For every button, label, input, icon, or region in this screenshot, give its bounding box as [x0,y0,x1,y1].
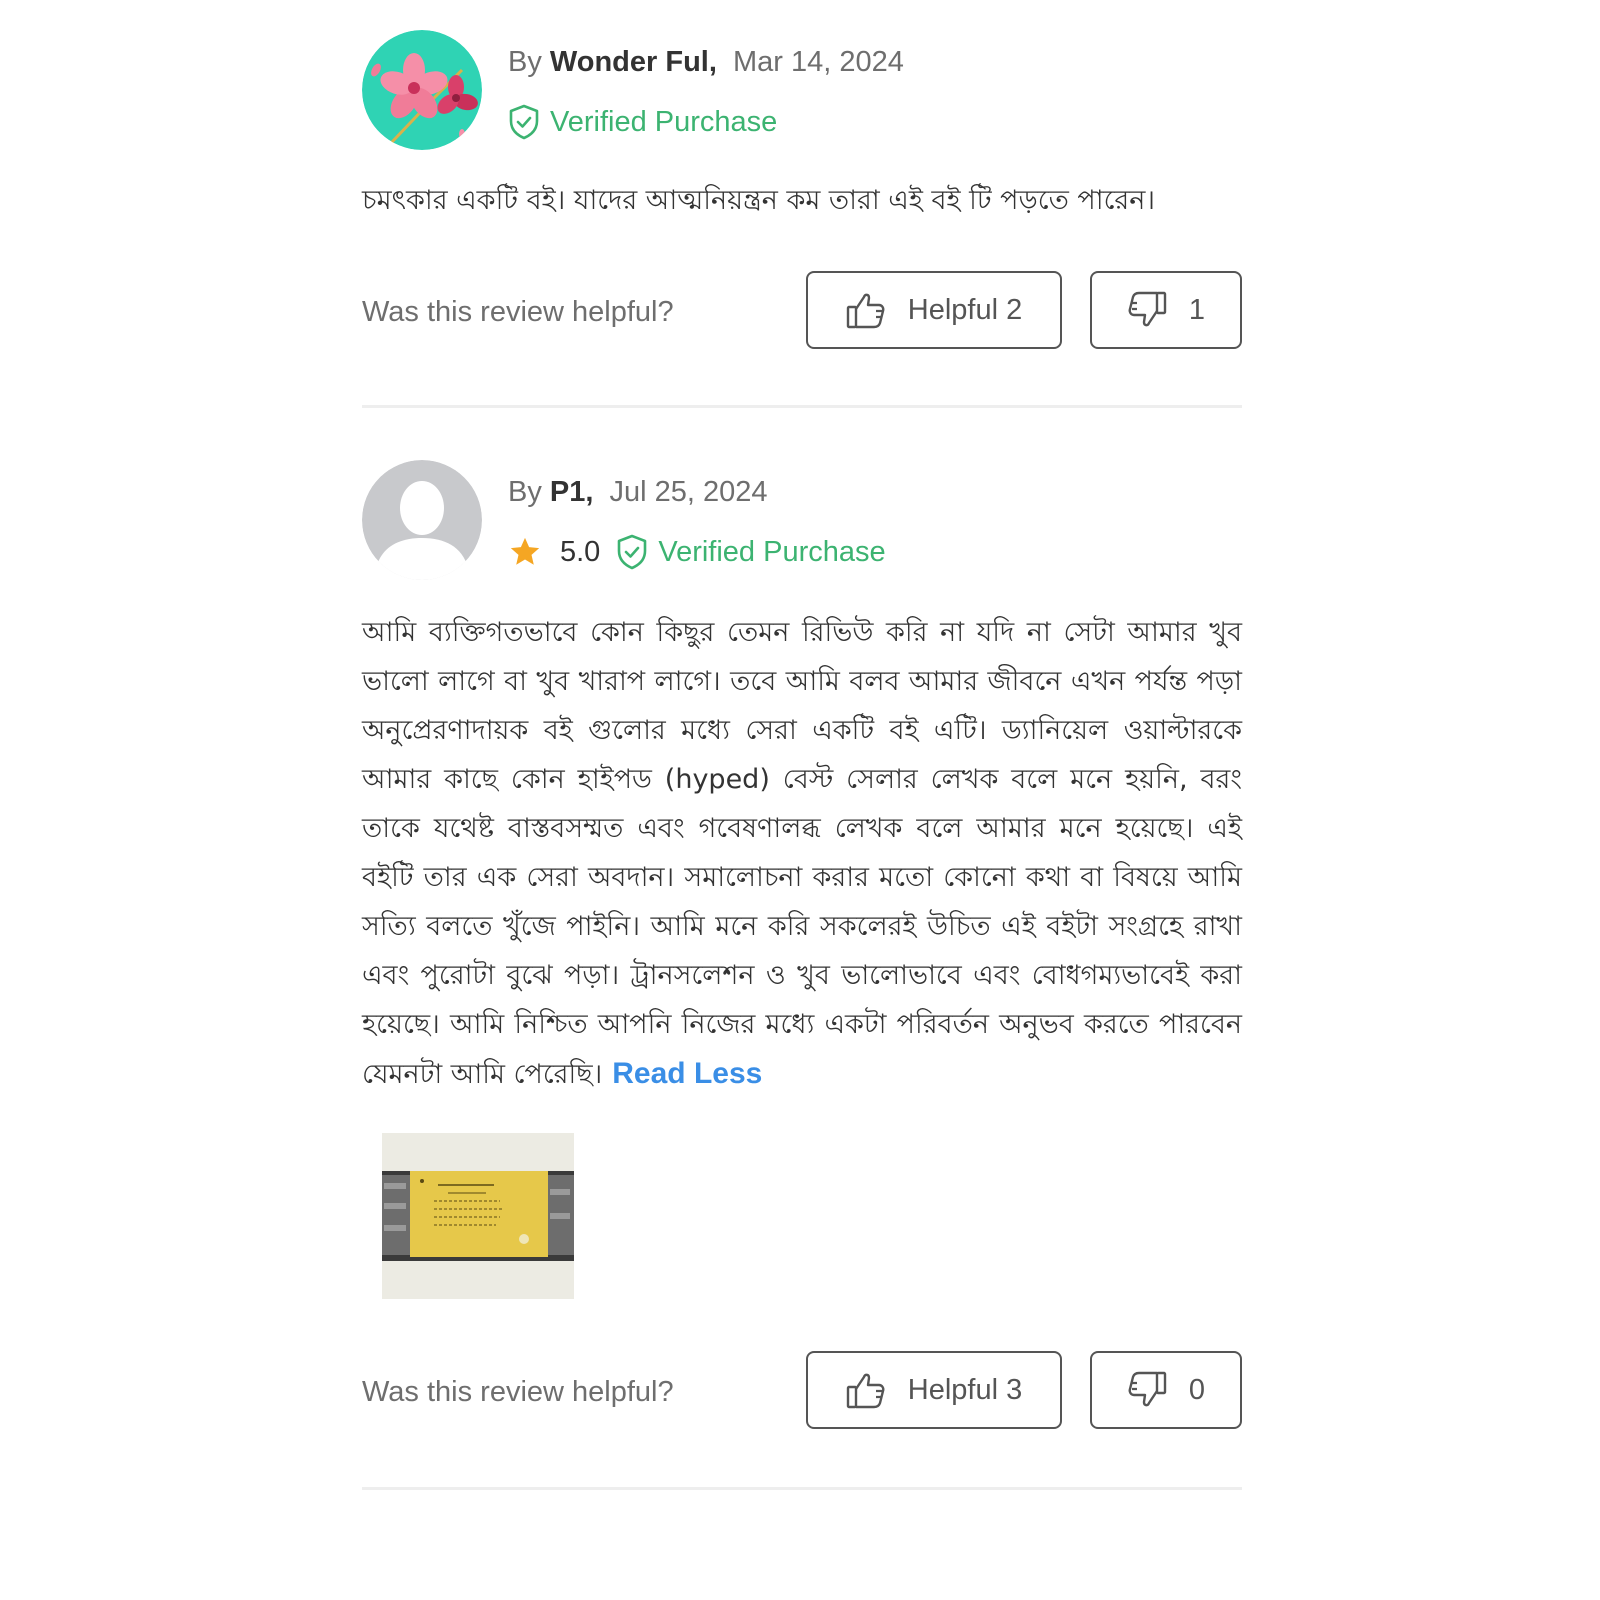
badges: Verified Purchase [508,102,904,142]
thumbs-down-icon [1128,291,1167,327]
review-meta: By Wonder Ful, Mar 14, 2024 Verified Pur… [508,42,904,142]
helpful-row: Was this review helpful? Helpful 3 0 [362,1351,1242,1433]
default-user-avatar-icon[interactable] [362,460,482,580]
star-icon [510,537,540,565]
review-divider [362,1487,1242,1490]
byline: By P1, Jul 25, 2024 [508,472,886,512]
not-helpful-button[interactable]: 1 [1090,271,1242,349]
helpful-button[interactable]: Helpful 3 [806,1351,1062,1429]
read-less-link[interactable]: Read Less [612,1057,762,1090]
thumbs-up-icon [846,1373,885,1409]
review-date: Jul 25, 2024 [609,476,768,508]
verified-purchase-badge: Verified Purchase [508,104,777,140]
not-helpful-count: 1 [1188,293,1206,326]
review-header: By Wonder Ful, Mar 14, 2024 Verified Pur… [362,30,1242,154]
rating-value: 5.0 [560,535,601,568]
helpful-row: Was this review helpful? Helpful 2 1 [362,271,1242,353]
review-text: আমি ব্যক্তিগতভাবে কোন কিছুর তেমন রিভিউ ক… [362,608,1242,1099]
badges: 5.0 Verified Purchase [508,532,886,572]
verified-shield-icon [509,104,539,140]
byline: By Wonder Ful, Mar 14, 2024 [508,42,904,82]
verified-shield-icon [618,534,647,570]
helpful-question: Was this review helpful? [362,295,674,328]
not-helpful-button[interactable]: 0 [1090,1351,1242,1429]
review-body: আমি ব্যক্তিগতভাবে কোন কিছুর তেমন রিভিউ ক… [362,617,1242,1090]
by-label: By [508,476,542,508]
verified-purchase-badge: Verified Purchase [616,534,886,570]
author-name[interactable]: Wonder Ful, [550,46,717,78]
verified-label: Verified Purchase [658,535,886,568]
review-text: চমৎকার একটি বই। যাদের আত্মনিয়ন্ত্রন কম … [362,185,1156,216]
helpful-label: Helpful 2 [907,293,1023,326]
flower-avatar-icon[interactable] [362,30,482,150]
helpful-label: Helpful 3 [907,1373,1023,1406]
thumbs-down-icon [1128,1371,1167,1407]
review-date: Mar 14, 2024 [732,46,904,78]
thumbs-up-icon [846,293,885,329]
review-meta: By P1, Jul 25, 2024 5.0 Verified Purchas [508,472,886,572]
helpful-button[interactable]: Helpful 2 [806,271,1062,349]
review-card: By Wonder Ful, Mar 14, 2024 Verified Pur… [362,30,1242,408]
review-card: By P1, Jul 25, 2024 5.0 Verified Purchas [362,460,1242,1490]
helpful-question: Was this review helpful? [362,1375,674,1408]
author-name[interactable]: P1, [550,476,594,508]
by-label: By [508,46,542,78]
star-rating: 5.0 [508,535,600,569]
not-helpful-count: 0 [1188,1373,1206,1406]
review-header: By P1, Jul 25, 2024 5.0 Verified Purchas [362,460,1242,584]
review-divider [362,405,1242,408]
verified-label: Verified Purchase [550,105,778,138]
review-photo-thumbnail[interactable] [382,1133,574,1299]
